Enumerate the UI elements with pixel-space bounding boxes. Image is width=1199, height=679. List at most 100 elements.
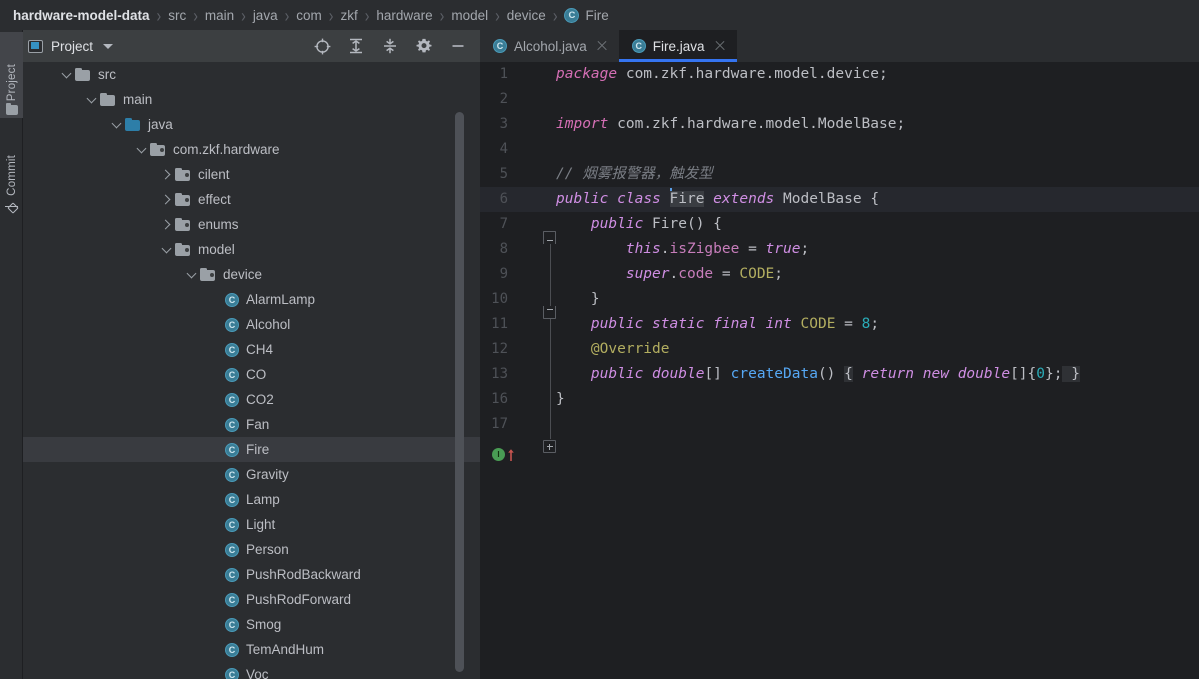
project-title-group[interactable]: Project <box>28 39 114 54</box>
chevron-down-icon[interactable] <box>103 43 114 49</box>
tree-node-cilent[interactable]: cilent <box>23 162 480 187</box>
breadcrumb-item-com[interactable]: com <box>296 8 322 23</box>
tool-strip-button-commit[interactable]: Commit <box>0 126 23 216</box>
chevron-down-icon[interactable] <box>185 268 198 281</box>
collapse-all-icon[interactable] <box>381 37 399 55</box>
editor-tab-alcohol[interactable]: C Alcohol.java <box>480 30 619 62</box>
project-file-tree[interactable]: src main java com.zkf.hardware cilent effect e… <box>23 62 480 679</box>
close-icon[interactable] <box>714 40 727 53</box>
editor-tab-fire[interactable]: C Fire.java <box>618 30 737 62</box>
breadcrumb-leaf-label: Fire <box>585 7 609 23</box>
class-icon: C <box>225 492 239 507</box>
code-line-16[interactable]: } <box>556 387 565 412</box>
editor-tab-label: Fire.java <box>652 38 705 54</box>
tree-node-alcohol[interactable]: C Alcohol <box>23 312 480 337</box>
breadcrumb-item-model[interactable]: model <box>451 8 488 23</box>
code-line-8[interactable]: this.isZigbee = true; <box>556 237 809 262</box>
line-number: 10 <box>491 291 508 307</box>
tree-node-java[interactable]: java <box>23 112 480 137</box>
tree-node-model[interactable]: model <box>23 237 480 262</box>
class-icon: C <box>225 667 239 679</box>
chevron-down-icon[interactable] <box>85 93 98 106</box>
code-line-12[interactable]: @Override <box>556 337 670 362</box>
code-line-1[interactable]: package com.zkf.hardware.model.device; <box>556 62 888 87</box>
code-line-3[interactable]: import com.zkf.hardware.model.ModelBase; <box>556 112 905 137</box>
tree-node-label: com.zkf.hardware <box>173 141 280 157</box>
code-line-6[interactable]: public class Fire extends ModelBase { <box>556 187 879 212</box>
chevron-right-icon[interactable] <box>160 168 173 181</box>
tree-node-smog[interactable]: C Smog <box>23 612 480 637</box>
code-line-9[interactable]: super.code = CODE; <box>556 262 783 287</box>
expand-all-icon[interactable] <box>347 37 365 55</box>
tree-node-fan[interactable]: C Fan <box>23 412 480 437</box>
code-line-13[interactable]: public double[] createData() { return ne… <box>556 362 1080 387</box>
code-line-10[interactable]: } <box>556 287 600 312</box>
fold-marker-method-start[interactable] <box>543 231 556 244</box>
tree-node-label: CO2 <box>246 391 274 407</box>
tree-node-pushrodforward[interactable]: C PushRodForward <box>23 587 480 612</box>
chevron-down-icon[interactable] <box>60 68 73 81</box>
tree-node-temandhum[interactable]: C TemAndHum <box>23 637 480 662</box>
tree-node-light[interactable]: C Light <box>23 512 480 537</box>
breadcrumb-item-src[interactable]: src <box>168 8 186 23</box>
editor-tab-label: Alcohol.java <box>514 38 587 54</box>
commit-icon <box>5 200 18 213</box>
chevron-right-icon[interactable] <box>160 193 173 206</box>
tree-node-gravity[interactable]: C Gravity <box>23 462 480 487</box>
breadcrumb-item-java[interactable]: java <box>253 8 278 23</box>
fold-column[interactable] <box>543 62 557 679</box>
chevron-down-icon[interactable] <box>110 118 123 131</box>
tree-node-label: Fire <box>246 441 270 457</box>
tree-twisty-empty <box>210 618 223 631</box>
code-line-5[interactable]: // 烟雾报警器，触发型 <box>556 162 713 187</box>
tool-strip-button-project[interactable]: Project <box>0 32 23 118</box>
fold-marker-method-end[interactable] <box>543 306 556 319</box>
tree-node-device[interactable]: device <box>23 262 480 287</box>
tree-twisty-empty <box>210 418 223 431</box>
code-line-7[interactable]: public Fire() { <box>556 212 722 237</box>
code-editor[interactable]: 1 2 3 4 5 6 7 8 9 10 11 12 13 16 17 I package com.zkf.… <box>480 62 1199 679</box>
code-line-11[interactable]: public static final int CODE = 8; <box>556 312 879 337</box>
minimize-icon[interactable] <box>449 37 467 55</box>
tree-node-alarmlamp[interactable]: C AlarmLamp <box>23 287 480 312</box>
line-number: 12 <box>491 341 508 357</box>
select-opened-file-icon[interactable] <box>313 37 331 55</box>
tree-node-co2[interactable]: C CO2 <box>23 387 480 412</box>
chevron-down-icon[interactable] <box>160 243 173 256</box>
close-icon[interactable] <box>596 40 609 53</box>
tree-node-enums[interactable]: enums <box>23 212 480 237</box>
fold-marker-collapsed[interactable] <box>543 440 556 453</box>
code-lines[interactable]: package com.zkf.hardware.model.device; i… <box>556 62 1199 679</box>
breadcrumb-item-zkf[interactable]: zkf <box>340 8 357 23</box>
tree-scrollbar-thumb[interactable] <box>455 112 464 672</box>
tree-node-fire[interactable]: C Fire <box>23 437 480 462</box>
tree-node-co[interactable]: C CO <box>23 362 480 387</box>
tree-node-person[interactable]: C Person <box>23 537 480 562</box>
tree-node-src[interactable]: src <box>23 62 480 87</box>
line-number: 1 <box>499 66 508 82</box>
chevron-down-icon[interactable] <box>135 143 148 156</box>
editor-scrollbar[interactable] <box>1190 94 1199 679</box>
breadcrumb-item-class[interactable]: C Fire <box>564 7 609 23</box>
project-tool-window: Project src main java com.zkf.hardware c… <box>23 30 480 679</box>
gear-icon[interactable] <box>415 37 433 55</box>
breadcrumb-item-device[interactable]: device <box>507 8 546 23</box>
tree-node-label: cilent <box>198 166 230 182</box>
package-folder-icon <box>175 192 192 207</box>
tree-node-com-zkf-hardware[interactable]: com.zkf.hardware <box>23 137 480 162</box>
editor-gutter[interactable]: 1 2 3 4 5 6 7 8 9 10 11 12 13 16 17 I <box>480 62 556 679</box>
breadcrumb-item-main[interactable]: main <box>205 8 234 23</box>
project-window-icon <box>28 39 43 53</box>
tree-node-lamp[interactable]: C Lamp <box>23 487 480 512</box>
tree-node-main[interactable]: main <box>23 87 480 112</box>
tree-node-voc[interactable]: C Voc <box>23 662 480 679</box>
tool-strip-label-commit: Commit <box>5 155 18 196</box>
override-method-icon[interactable]: I <box>492 447 516 463</box>
breadcrumb-separator: › <box>284 4 290 26</box>
breadcrumb-root[interactable]: hardware-model-data <box>13 8 150 23</box>
tree-node-ch4[interactable]: C CH4 <box>23 337 480 362</box>
tree-node-effect[interactable]: effect <box>23 187 480 212</box>
chevron-right-icon[interactable] <box>160 218 173 231</box>
breadcrumb-item-hardware[interactable]: hardware <box>376 8 432 23</box>
tree-node-pushrodbackward[interactable]: C PushRodBackward <box>23 562 480 587</box>
